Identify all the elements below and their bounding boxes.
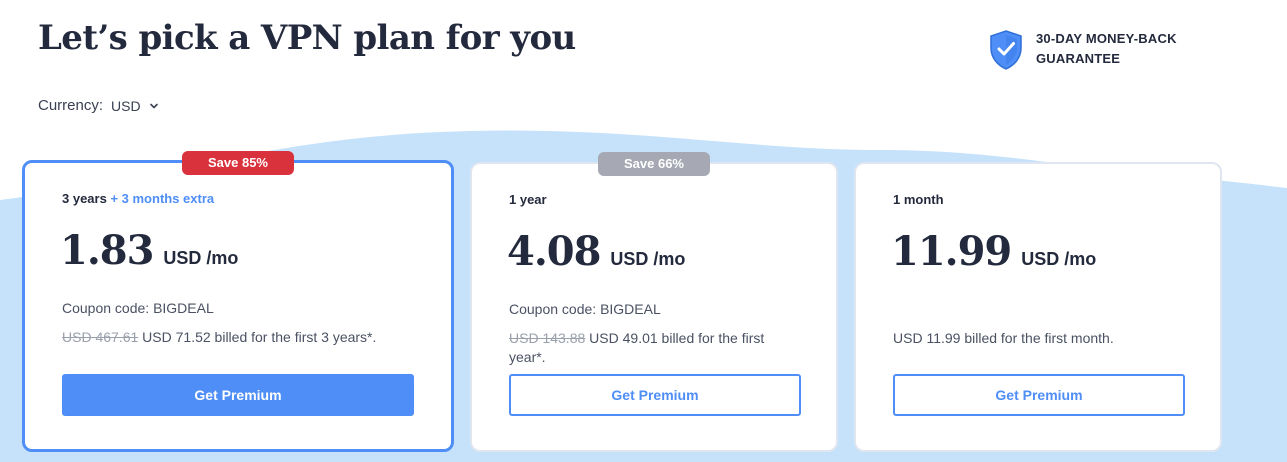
price-unit: USD /mo (610, 249, 686, 269)
price-row: 1.83 USD /mo (60, 227, 238, 274)
pricing-page: Let’s pick a VPN plan for you 30-DAY MON… (0, 0, 1287, 462)
price-row: 4.08 USD /mo (507, 228, 685, 275)
plan-term: 3 years + 3 months extra (62, 191, 214, 206)
plan-term: 1 year (509, 192, 547, 207)
original-price: USD 467.61 (62, 329, 139, 345)
plan-price: 1.83 (60, 227, 154, 274)
page-title: Let’s pick a VPN plan for you (38, 18, 576, 58)
plan-price: 4.08 (507, 228, 601, 275)
billing-info: USD 11.99 billed for the first month. (893, 329, 1193, 348)
billing-text: USD 71.52 billed for the first 3 years*. (138, 329, 377, 345)
get-premium-button[interactable]: Get Premium (509, 374, 801, 416)
guarantee-line-2: GUARANTEE (1036, 51, 1121, 66)
original-price: USD 143.88 (509, 330, 586, 346)
plan-card-3-years[interactable]: Save 85% 3 years + 3 months extra 1.83 U… (22, 151, 454, 452)
plan-term-label: 3 years (62, 191, 107, 206)
coupon-code: Coupon code: BIGDEAL (62, 300, 214, 316)
price-row: 11.99 USD /mo (891, 228, 1096, 275)
shield-check-icon (990, 30, 1022, 70)
currency-dropdown[interactable]: USD (111, 98, 159, 114)
save-badge: Save 66% (598, 152, 710, 176)
billing-info: USD 143.88 USD 49.01 billed for the firs… (509, 329, 799, 367)
billing-text: USD 11.99 billed for the first month. (893, 330, 1114, 346)
coupon-code: Coupon code: BIGDEAL (509, 301, 661, 317)
guarantee-text: 30-DAY MONEY-BACK GUARANTEE (1036, 29, 1177, 69)
plan-term: 1 month (893, 192, 944, 207)
currency-value: USD (111, 97, 141, 114)
guarantee-line-1: 30-DAY MONEY-BACK (1036, 31, 1177, 46)
currency-row: Currency: USD (38, 97, 159, 114)
currency-label: Currency: (38, 97, 104, 114)
save-badge: Save 85% (182, 151, 294, 175)
price-unit: USD /mo (163, 248, 239, 268)
plan-term-label: 1 year (509, 192, 547, 207)
chevron-down-icon (149, 103, 158, 108)
price-unit: USD /mo (1021, 249, 1097, 269)
get-premium-button[interactable]: Get Premium (893, 374, 1185, 416)
billing-info: USD 467.61 USD 71.52 billed for the firs… (62, 328, 422, 347)
plan-card-1-month[interactable]: 1 month 11.99 USD /mo USD 11.99 billed f… (854, 162, 1222, 452)
plan-term-extra: + 3 months extra (110, 191, 215, 206)
plan-price: 11.99 (891, 228, 1012, 275)
plan-card-1-year[interactable]: Save 66% 1 year 4.08 USD /mo Coupon code… (470, 152, 838, 452)
money-back-guarantee: 30-DAY MONEY-BACK GUARANTEE (988, 29, 1177, 71)
get-premium-button[interactable]: Get Premium (62, 374, 414, 416)
plan-term-label: 1 month (893, 192, 944, 207)
